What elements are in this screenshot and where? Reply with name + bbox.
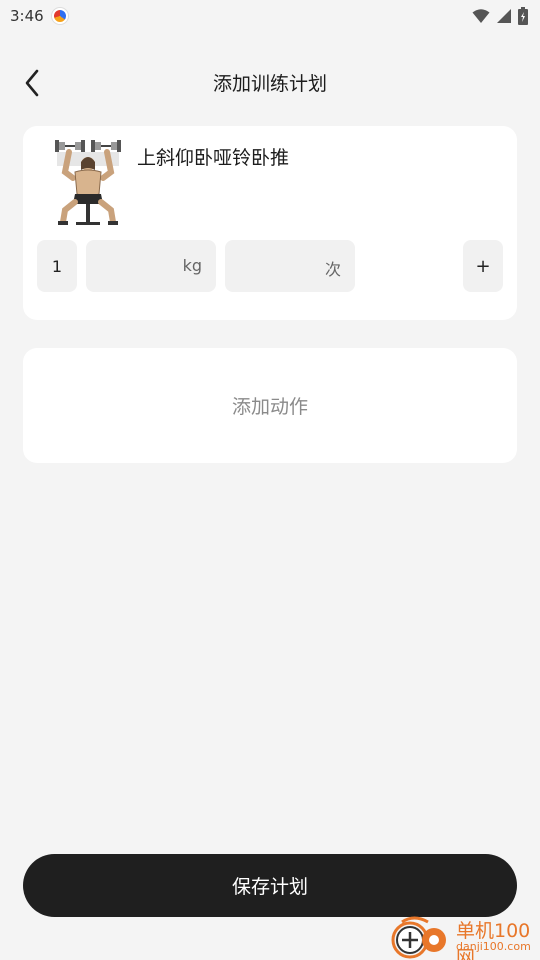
header: 添加训练计划 [0,55,540,111]
watermark-title: 单机100网 [456,920,531,960]
save-plan-button[interactable]: 保存计划 [23,854,517,917]
page-title: 添加训练计划 [212,73,327,95]
add-set-button[interactable]: + [463,240,503,292]
status-time: 3:46 [10,7,44,25]
status-right [472,7,528,25]
weight-input[interactable] [94,240,174,292]
status-left: 3:46 [10,7,68,25]
watermark: 单机100网 danji100.com [388,914,538,960]
watermark-site: danji100.com [456,940,531,953]
reps-field[interactable]: 次 [225,240,355,292]
wifi-icon [472,9,490,23]
battery-icon [518,7,528,25]
app-notification-icon [51,8,68,24]
save-plan-label: 保存计划 [231,876,308,898]
set-index: 1 [37,240,77,292]
cellular-signal-icon [497,9,511,23]
reps-unit-label: 次 [324,260,341,279]
add-action-label: 添加动作 [231,396,308,418]
add-action-button[interactable]: 添加动作 [23,348,517,463]
reps-input[interactable] [233,240,313,292]
set-row: 1 kg 次 + [37,240,503,292]
watermark-logo-icon [391,916,446,959]
exercise-name: 上斜仰卧哑铃卧推 [137,147,290,169]
weight-unit-label: kg [182,256,202,275]
weight-field[interactable]: kg [86,240,216,292]
status-bar: 3:46 [0,0,540,32]
exercise-illustration [55,140,121,225]
exercise-card: 上斜仰卧哑铃卧推 1 kg 次 + [23,126,517,320]
